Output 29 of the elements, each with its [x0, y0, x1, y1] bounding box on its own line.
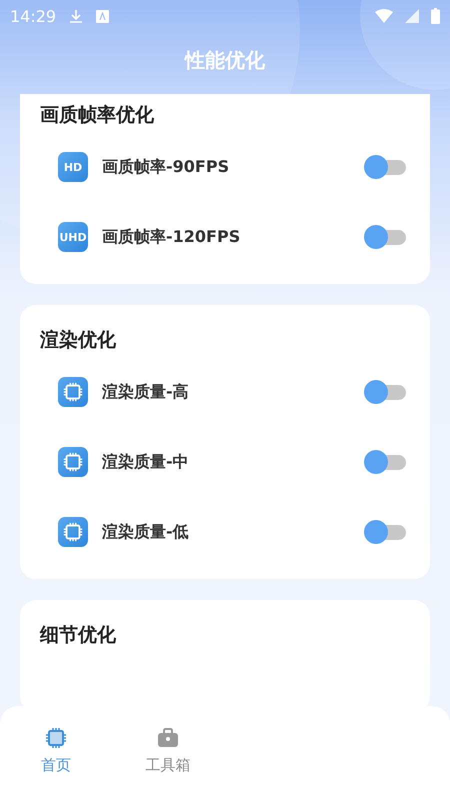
- toggle-switch[interactable]: [364, 225, 408, 249]
- section-title: 画质帧率优化: [39, 103, 155, 128]
- toggle-switch[interactable]: [364, 380, 408, 404]
- signal-icon: [405, 9, 419, 23]
- chip-icon: [58, 447, 88, 477]
- toggle-switch[interactable]: [364, 450, 408, 474]
- nav-tab[interactable]: 工具箱: [112, 706, 224, 778]
- setting-label: 画质帧率-90FPS: [102, 156, 230, 178]
- chip-icon: [58, 377, 88, 407]
- badge-icon: UHD: [58, 222, 88, 252]
- page-title: 性能优化: [185, 46, 265, 74]
- status-time: 14:29: [10, 6, 56, 26]
- setting-label: 渲染质量-低: [102, 522, 190, 542]
- section-title: 细节优化: [38, 623, 117, 648]
- setting-label: 画质帧率-120FPS: [102, 226, 242, 248]
- section-title: 渲染优化: [38, 328, 117, 353]
- toggle-switch[interactable]: [364, 155, 408, 179]
- chip-icon: [58, 517, 88, 547]
- battery-icon: [431, 8, 440, 24]
- chip-icon: [44, 726, 68, 750]
- badge-icon: HD: [58, 152, 88, 182]
- setting-label: 渲染质量-中: [102, 452, 190, 472]
- toggle-switch[interactable]: [364, 520, 408, 544]
- nav-tab[interactable]: 首页: [0, 706, 112, 778]
- setting-label: 渲染质量-高: [102, 382, 190, 402]
- wifi-icon: [375, 9, 393, 23]
- download-icon: [68, 8, 84, 24]
- notification-icon: [96, 10, 110, 22]
- toolbox-icon: [156, 726, 180, 750]
